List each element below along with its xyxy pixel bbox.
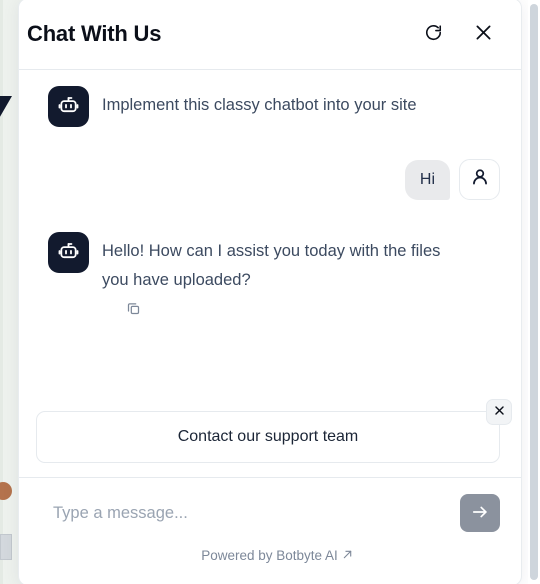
refresh-button[interactable]	[416, 17, 450, 51]
message-list[interactable]: Implement this classy chatbot into your …	[19, 70, 521, 389]
page-scrollbar-thumb[interactable]	[530, 4, 538, 580]
external-link-arrow-icon	[342, 548, 353, 563]
chat-header: Chat With Us	[19, 0, 521, 70]
message-row-bot-1: Implement this classy chatbot into your …	[27, 86, 500, 127]
robot-icon	[57, 93, 80, 121]
avatar-bot	[48, 232, 89, 273]
chat-widget-panel: Chat With Us Implement this classy chatb…	[18, 0, 522, 584]
chat-footer: Powered by Botbyte AI	[19, 540, 521, 584]
background-lower-block	[0, 534, 12, 560]
refresh-icon	[424, 23, 443, 45]
avatar-user	[459, 159, 500, 200]
avatar-bot	[48, 86, 89, 127]
contact-support-button[interactable]: Contact our support team	[36, 411, 500, 463]
message-text: Hello! How can I assist you today with t…	[102, 242, 441, 289]
dismiss-suggestion-button[interactable]	[486, 399, 512, 425]
powered-by-link[interactable]: Powered by Botbyte AI	[187, 548, 353, 563]
suggestion-wrapper: Contact our support team	[36, 399, 512, 463]
close-icon	[473, 22, 494, 46]
suggestions-area: Contact our support team	[19, 389, 521, 477]
page-scrollbar[interactable]	[528, 0, 540, 584]
powered-by-label: Powered by Botbyte AI	[201, 548, 338, 563]
message-row-bot-2: Hello! How can I assist you today with t…	[27, 232, 500, 295]
message-row-user-1: Hi	[27, 159, 500, 200]
copy-icon	[126, 301, 141, 319]
page-title: Chat With Us	[27, 21, 162, 46]
send-button[interactable]	[460, 494, 500, 532]
message-input[interactable]	[27, 503, 460, 523]
arrow-right-icon	[470, 502, 490, 525]
message-text: Implement this classy chatbot into your …	[102, 96, 417, 114]
robot-icon	[57, 239, 80, 267]
message-bubble-user: Hi	[404, 159, 450, 200]
background-avatar-circle	[0, 482, 12, 500]
close-icon	[493, 404, 506, 420]
composer	[19, 477, 521, 540]
user-icon	[469, 166, 491, 193]
close-button[interactable]	[466, 17, 500, 51]
copy-message-button[interactable]	[122, 299, 144, 321]
